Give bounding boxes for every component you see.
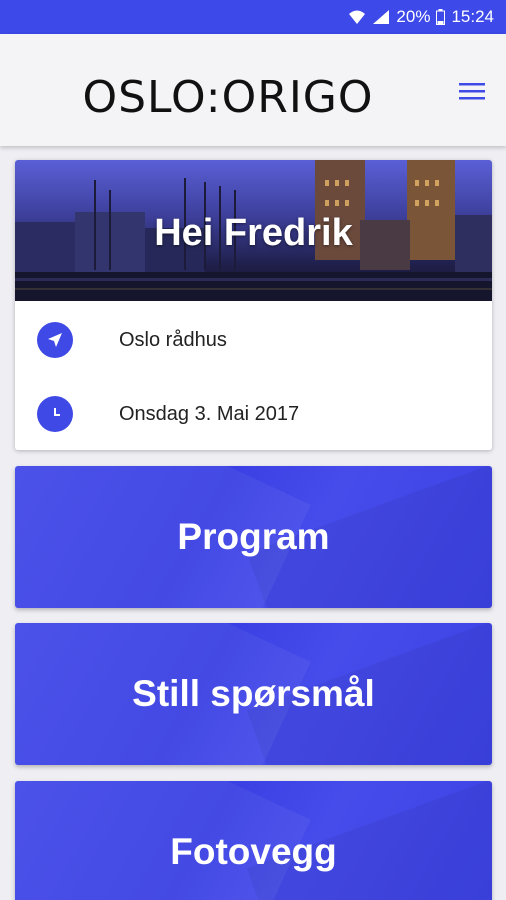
- program-tile[interactable]: Program: [15, 466, 492, 608]
- ask-question-tile-label: Still spørsmål: [132, 673, 375, 714]
- program-tile-label: Program: [177, 516, 330, 557]
- menu-button[interactable]: [452, 74, 492, 108]
- location-row: Oslo rådhus: [15, 310, 492, 370]
- battery-percent: 20%: [396, 7, 431, 26]
- photo-wall-tile-label: Fotovegg: [170, 831, 337, 872]
- clock-icon: [37, 396, 73, 432]
- clock-time: 15:24: [451, 7, 494, 26]
- wifi-icon: [348, 9, 366, 25]
- ask-question-tile[interactable]: Still spørsmål: [15, 623, 492, 765]
- status-bar: 20% 15:24: [0, 0, 506, 34]
- date-row: Onsdag 3. Mai 2017: [15, 384, 492, 444]
- event-card: Hei Fredrik Oslo rådhus Onsdag 3. Mai 20…: [15, 160, 492, 450]
- greeting-heading: Hei Fredrik: [154, 212, 353, 254]
- app-title: OSLO:ORIGO: [82, 72, 374, 123]
- signal-icon: [372, 9, 390, 25]
- photo-wall-tile[interactable]: Fotovegg: [15, 781, 492, 900]
- battery-icon: [436, 9, 446, 25]
- date-text: Onsdag 3. Mai 2017: [119, 402, 300, 425]
- hero-banner: Hei Fredrik: [15, 160, 492, 301]
- app-bar: OSLO:ORIGO: [0, 34, 506, 146]
- navigation-arrow-icon: [37, 322, 73, 358]
- location-text: Oslo rådhus: [119, 328, 227, 351]
- hamburger-menu-icon: [459, 83, 485, 100]
